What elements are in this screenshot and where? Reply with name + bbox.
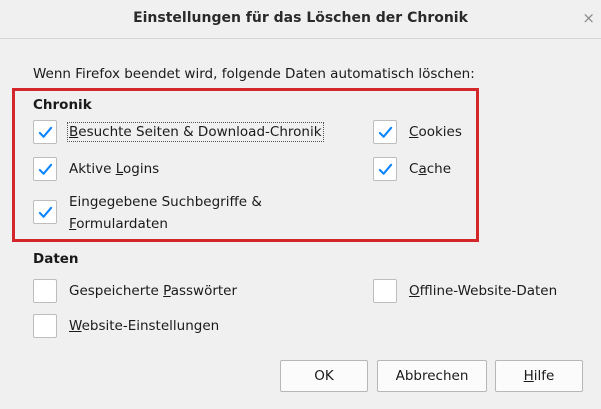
- intro-text: Wenn Firefox beendet wird, folgende Date…: [33, 66, 475, 82]
- history-label: Besuchte Seiten & Download-Chronik: [67, 122, 324, 142]
- checkbox-logins[interactable]: [33, 157, 57, 181]
- checkbox-row-offline[interactable]: Offline-Website-Daten: [373, 279, 583, 305]
- checkbox-row-logins[interactable]: Aktive Logins: [33, 157, 233, 183]
- checkmark-icon: [378, 163, 393, 175]
- cookies-label: Cookies: [409, 124, 462, 140]
- checkbox-formdata[interactable]: [33, 200, 57, 224]
- cache-label: Cache: [409, 161, 452, 177]
- chronik-heading: Chronik: [33, 97, 92, 113]
- checkbox-cache[interactable]: [373, 157, 397, 181]
- logins-label: Aktive Logins: [69, 161, 160, 177]
- ok-button[interactable]: OK: [280, 360, 368, 392]
- checkbox-history[interactable]: [33, 120, 57, 144]
- checkmark-icon: [378, 126, 393, 138]
- checkbox-row-history[interactable]: Besuchte Seiten & Download-Chronik: [33, 120, 363, 146]
- checkmark-icon: [38, 126, 53, 138]
- checkmark-icon: [38, 163, 53, 175]
- site-settings-label: Website-Einstellungen: [69, 318, 220, 334]
- offline-label: Offline-Website-Daten: [409, 283, 558, 299]
- help-button[interactable]: Hilfe: [495, 360, 583, 392]
- daten-heading: Daten: [33, 251, 79, 267]
- checkbox-row-formdata[interactable]: Eingegebene Suchbegriffe & Formulardaten: [33, 194, 353, 232]
- checkbox-cookies[interactable]: [373, 120, 397, 144]
- formdata-label: Eingegebene Suchbegriffe & Formulardaten: [69, 194, 262, 232]
- passwords-label: Gespeicherte Passwörter: [69, 283, 238, 299]
- checkbox-row-cache[interactable]: Cache: [373, 157, 483, 183]
- checkbox-row-passwords[interactable]: Gespeicherte Passwörter: [33, 279, 283, 305]
- checkbox-row-cookies[interactable]: Cookies: [373, 120, 483, 146]
- dialog-title: Einstellungen für das Löschen der Chroni…: [133, 10, 468, 26]
- checkbox-offline[interactable]: [373, 279, 397, 303]
- checkbox-site-settings[interactable]: [33, 314, 57, 338]
- checkmark-icon: [38, 206, 53, 218]
- cancel-button[interactable]: Abbrechen: [377, 360, 487, 392]
- dialog-titlebar: Einstellungen für das Löschen der Chroni…: [0, 0, 601, 39]
- checkbox-row-site-settings[interactable]: Website-Einstellungen: [33, 314, 283, 340]
- close-icon[interactable]: ×: [582, 9, 595, 27]
- checkbox-passwords[interactable]: [33, 279, 57, 303]
